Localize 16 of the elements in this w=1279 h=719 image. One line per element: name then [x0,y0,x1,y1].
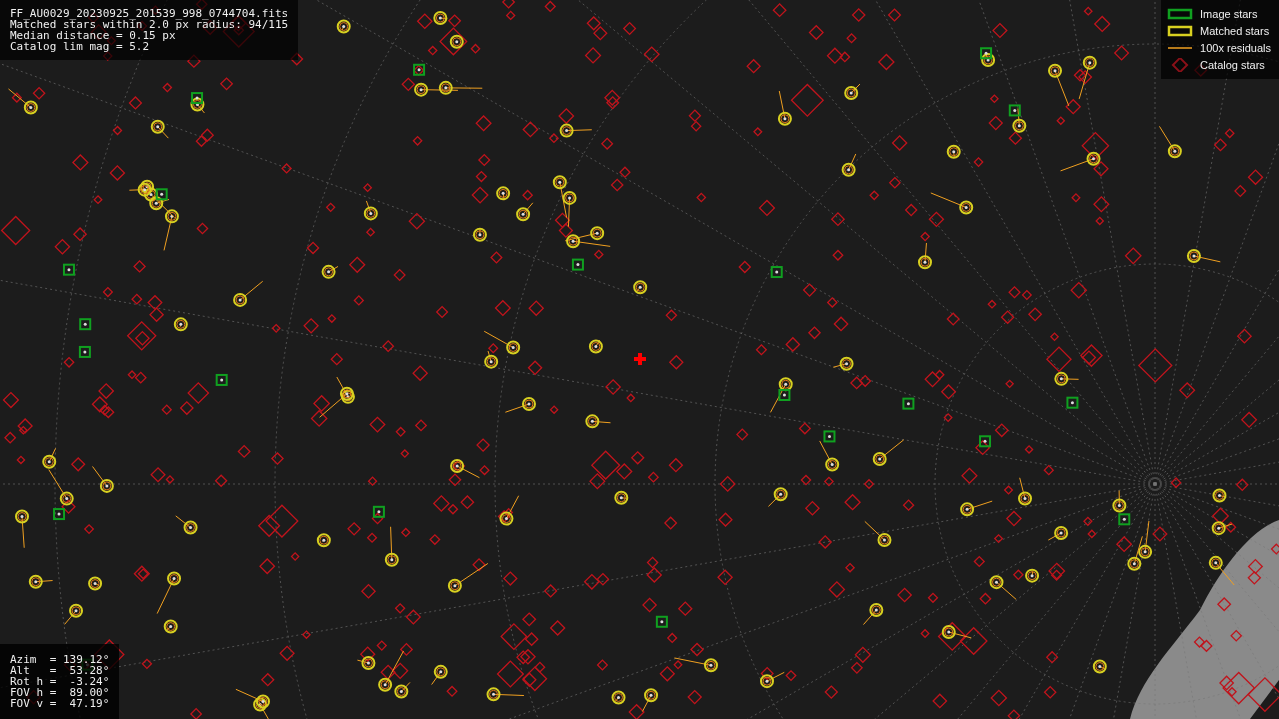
info-line: Rot h = -3.24° [10,676,110,687]
info-line: FOV h = 89.00° [10,687,110,698]
info-line: Matched stars within 2.0 px radius: 94/115 [10,19,289,30]
info-line: FF_AU0029_20230925_201539_998_0744704.fits [10,8,289,19]
info-line: Azim = 139.12° [10,654,110,665]
info-line: Alt = 53.28° [10,665,110,676]
info-line: FOV v = 47.19° [10,698,110,709]
rectangle-marker-icon [1167,7,1194,21]
info-line: Median distance = 0.15 px [10,30,176,41]
rectangle-marker-icon [1167,24,1194,38]
image-center-cross-icon [634,353,646,365]
info-line: Catalog lim mag = 5.2 [10,41,151,52]
legend-label: Image stars [1200,6,1258,22]
legend-label: Matched stars [1200,23,1270,39]
legend-label: Catalog stars [1200,57,1265,73]
legend-label: 100x residuals [1200,40,1271,56]
